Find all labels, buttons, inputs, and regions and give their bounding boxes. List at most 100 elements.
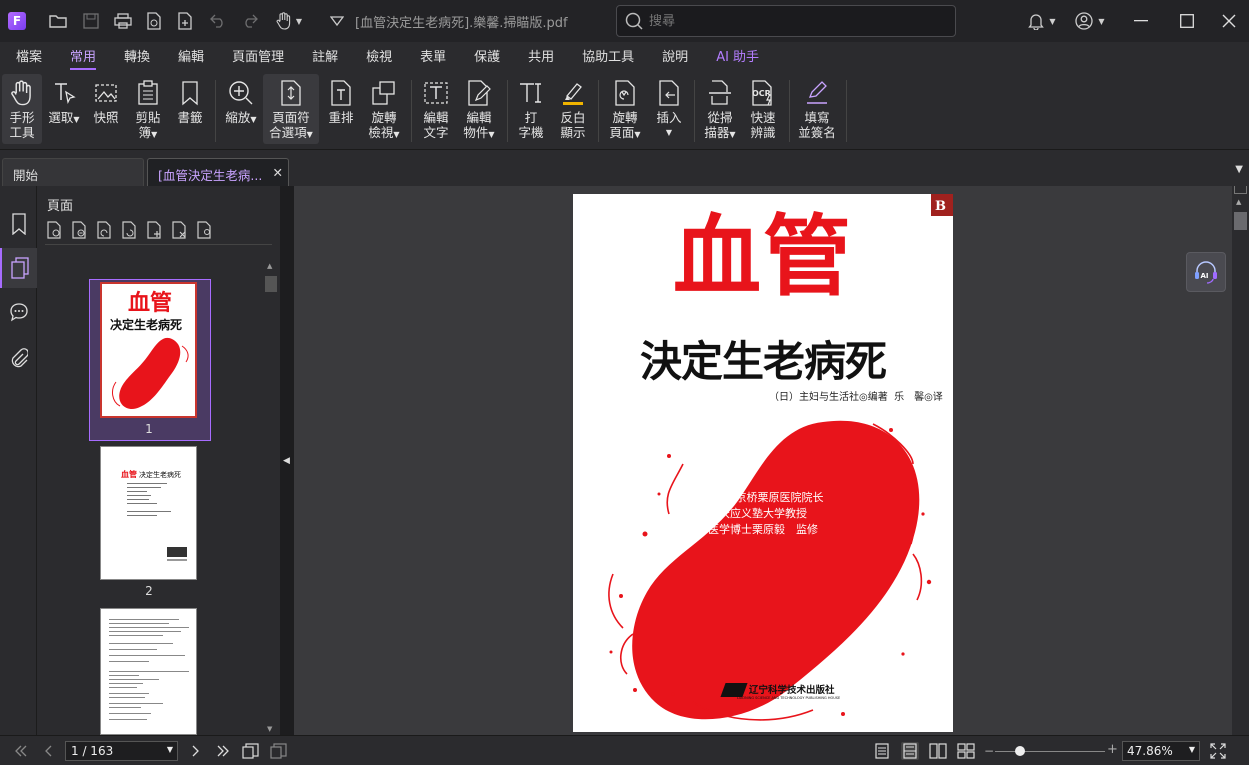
edit-object-button[interactable]: 編輯 物件▼ [458,74,500,144]
single-page-view-icon[interactable] [873,742,891,760]
page-fit-options-button[interactable]: 頁面符 合選項▼ [263,74,319,144]
menu-convert[interactable]: 轉換 [110,42,164,72]
undo-icon[interactable] [207,7,229,35]
cover-line-1: 日本东京桥栗原医院院长 [702,491,824,504]
previous-page-icon[interactable] [40,742,58,760]
continuous-view-icon[interactable] [901,742,919,760]
snapshot-button[interactable]: 快照 [88,74,124,144]
delete-page-icon[interactable] [170,220,190,240]
menu-ai-assistant[interactable]: AI 助手 [702,42,773,72]
highlight-button[interactable]: 反白 顯示 [553,74,593,144]
menu-help[interactable]: 說明 [648,42,702,72]
two-page-continuous-icon[interactable] [957,742,975,760]
zoom-slider-track[interactable] [995,751,1105,752]
menu-home[interactable]: 常用 [56,42,110,72]
zoom-level-value: 47.86% [1127,744,1173,758]
chevron-down-icon: ▼ [1049,16,1056,26]
viewer-scrollbar-thumb[interactable] [1234,212,1247,230]
fullscreen-icon[interactable] [1209,742,1227,760]
typewriter-button[interactable]: 打字機 [512,74,550,144]
clipboard-button[interactable]: 剪貼 簿▼ [130,74,166,144]
quick-ocr-button[interactable]: OCR 快速 辨識 [744,74,782,144]
customize-toolbar-icon[interactable] [326,7,348,35]
maximize-button[interactable] [1164,0,1210,42]
menu-accessibility[interactable]: 協助工具 [568,42,648,72]
search-box[interactable] [616,5,956,37]
last-page-icon[interactable] [214,742,232,760]
menu-comment[interactable]: 註解 [298,42,352,72]
tab-start[interactable]: 開始 [2,158,144,186]
search-input[interactable] [649,13,929,29]
attachments-panel-button[interactable] [0,338,37,378]
page-number-input[interactable]: 1 / 163 ▼ [65,741,178,761]
zoom-out-button[interactable]: − [984,744,994,758]
menu-protect[interactable]: 保護 [460,42,514,72]
panel-scrollbar[interactable]: ▲ ▼ [264,258,278,735]
from-scanner-button[interactable]: 從掃 描器▼ [699,74,741,144]
close-window-button[interactable] [1206,0,1249,42]
rotate-view-button[interactable]: 旋轉 檢視▼ [364,74,404,144]
edit-object-icon [468,80,491,106]
page-properties-icon[interactable] [195,220,215,240]
fill-and-sign-button[interactable]: 填寫 並簽名 [794,74,840,144]
minimize-button[interactable] [1118,0,1164,42]
hand-tool-button[interactable]: 手形 工具 [2,74,42,144]
menu-share[interactable]: 共用 [514,42,568,72]
menu-edit[interactable]: 編輯 [164,42,218,72]
collapse-arrow-icon[interactable]: ◀ [283,456,290,466]
select-tool-button[interactable]: 選取▼ [46,74,82,144]
menu-page-management[interactable]: 頁面管理 [218,42,298,72]
tab-list-dropdown-icon[interactable]: ▼ [1235,164,1243,175]
panel-scrollbar-thumb[interactable] [265,276,277,292]
zoom-button[interactable]: 縮放▼ [222,74,260,144]
paperclip-icon [11,348,28,368]
open-folder-icon[interactable] [47,7,69,35]
zoom-level-input[interactable]: 47.86% ▼ [1122,741,1200,761]
page-zoom-in-icon[interactable] [70,220,90,240]
scroll-split-handle[interactable] [1234,186,1247,194]
ai-assistant-button[interactable]: AI [1186,252,1226,292]
two-page-view-icon[interactable] [929,742,947,760]
insert-page-icon[interactable] [145,220,165,240]
save-icon[interactable] [80,7,102,35]
create-doc-icon[interactable] [174,7,196,35]
rotate-left-page-icon[interactable] [95,220,115,240]
first-page-icon[interactable] [12,742,30,760]
bookmark-button[interactable]: 書籤 [172,74,208,144]
thumbnail-page-2[interactable]: 血管 决定生老病死 [100,446,197,580]
notifications-button[interactable]: ▼ [1022,7,1062,35]
edit-text-button[interactable]: 編輯 文字 [417,74,455,144]
zoom-dropdown-icon[interactable]: ▼ [1189,745,1195,754]
print-icon[interactable] [112,7,134,35]
comments-panel-button[interactable] [0,292,37,332]
redo-icon[interactable] [239,7,261,35]
thumbnail-page-3[interactable] [100,608,197,735]
bookmarks-panel-button[interactable] [0,204,37,244]
zoom-slider-handle[interactable] [1015,746,1025,756]
tab-document[interactable]: [血管決定生老病... ✕ [147,158,289,186]
fit-width-icon[interactable] [270,742,288,760]
reflow-button[interactable]: 重排 [323,74,359,144]
next-page-icon[interactable] [186,742,204,760]
panel-collapse-handle[interactable]: ◀ [280,186,294,735]
page-dropdown-icon[interactable]: ▼ [167,745,173,754]
menu-file[interactable]: 檔案 [2,42,56,72]
viewer-scrollbar[interactable]: ▲ [1232,186,1249,735]
zoom-in-button[interactable]: + [1107,742,1118,757]
account-button[interactable]: ▼ [1070,7,1110,35]
cover-title-big: 血管 [672,204,853,308]
menu-form[interactable]: 表單 [406,42,460,72]
document-viewer[interactable]: B 血管 決定生老病死 （日）主妇与生活社◎编著 乐 馨◎译 日本东京桥栗原医院… [294,186,1232,735]
rotate-page-button[interactable]: 旋轉 頁面▼ [604,74,646,144]
menu-view[interactable]: 檢視 [352,42,406,72]
new-doc-icon[interactable] [143,7,165,35]
insert-page-button[interactable]: 插入 ▼ [651,74,687,144]
zoom-icon [229,81,253,105]
thumbnail-page-1[interactable]: 血管 决定生老病死 [100,282,197,418]
pages-panel-button[interactable] [0,248,37,288]
page-zoom-out-icon[interactable] [45,220,65,240]
rotate-right-page-icon[interactable] [120,220,140,240]
close-tab-icon[interactable]: ✕ [273,165,283,180]
fit-page-icon[interactable] [242,742,260,760]
hand-tool-dropdown[interactable]: ▼ [272,7,306,35]
